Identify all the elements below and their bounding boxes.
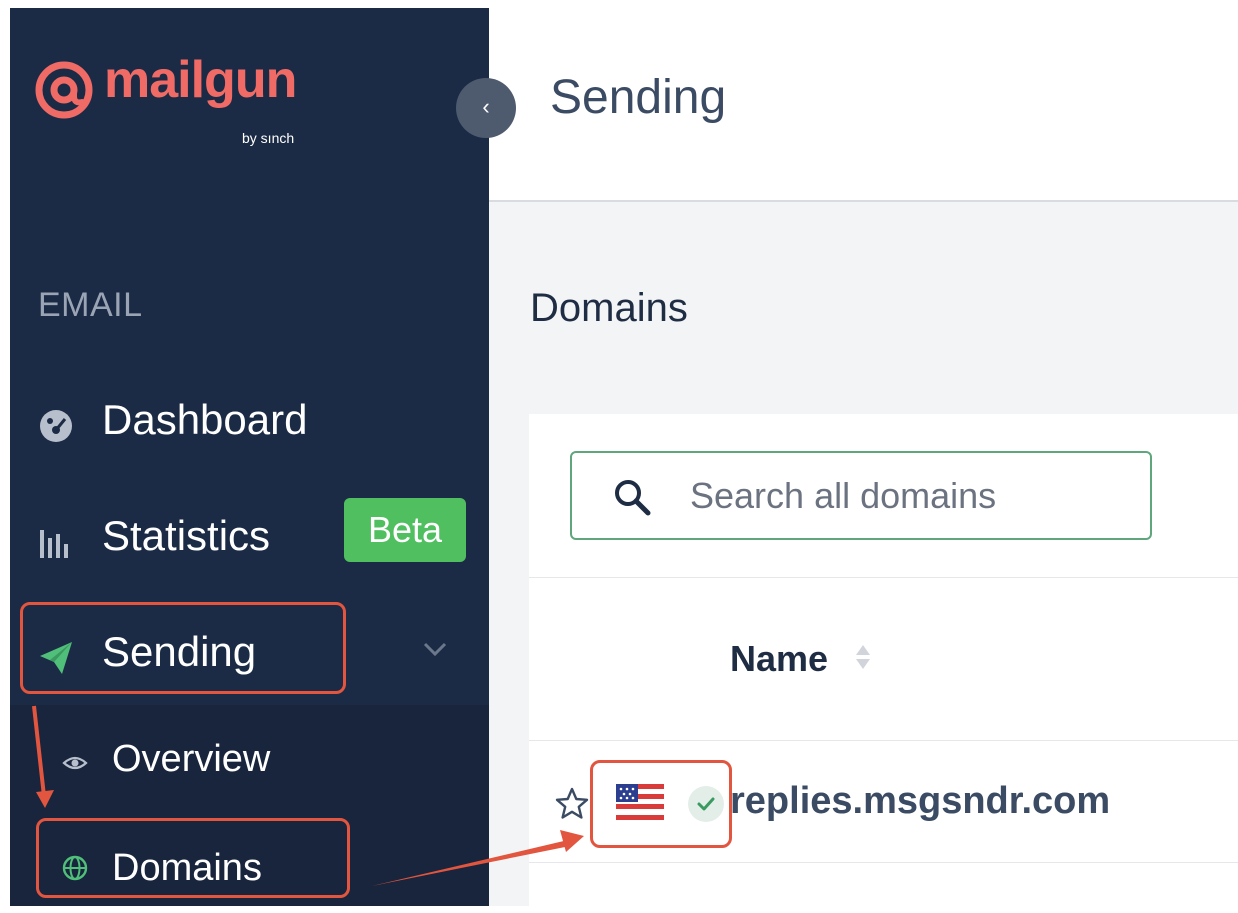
at-sign-icon <box>35 61 93 119</box>
sidebar-item-dashboard[interactable]: Dashboard <box>10 388 489 458</box>
divider <box>529 577 1238 578</box>
star-icon[interactable] <box>554 786 590 822</box>
section-title: Domains <box>530 286 688 330</box>
bar-chart-icon <box>40 530 68 558</box>
logo-wordmark: mailgun <box>104 51 297 109</box>
page-title: Sending <box>550 71 727 124</box>
search-icon <box>615 480 651 516</box>
chevron-down-icon[interactable] <box>422 636 448 662</box>
section-label-email: EMAIL <box>38 286 143 324</box>
dashboard-icon <box>40 410 72 442</box>
logo-subtitle: by sınch <box>242 130 295 146</box>
divider <box>529 740 1238 741</box>
sidebar-item-label: Statistics <box>102 512 271 559</box>
highlight-sending <box>20 602 346 694</box>
column-header-name[interactable]: Name <box>730 638 828 680</box>
beta-badge: Beta <box>344 498 466 562</box>
chevron-left-icon: ‹ <box>482 94 490 119</box>
highlight-domains <box>36 818 350 898</box>
divider <box>529 862 1238 863</box>
highlight-region-status <box>590 760 732 848</box>
sidebar-item-label: Dashboard <box>102 396 308 443</box>
sidebar: mailgun by sınch EMAIL Dashboard Statist… <box>10 8 489 906</box>
sort-icon[interactable] <box>854 642 872 672</box>
search-field[interactable] <box>570 451 1152 540</box>
domain-link[interactable]: replies.msgsndr.com <box>730 780 1110 823</box>
eye-icon <box>62 756 88 770</box>
sidebar-subitem-overview[interactable]: Overview <box>10 718 489 808</box>
search-input[interactable] <box>690 471 1130 521</box>
sidebar-subitem-label: Overview <box>112 738 271 780</box>
collapse-sidebar-button[interactable]: ‹ <box>456 78 516 138</box>
